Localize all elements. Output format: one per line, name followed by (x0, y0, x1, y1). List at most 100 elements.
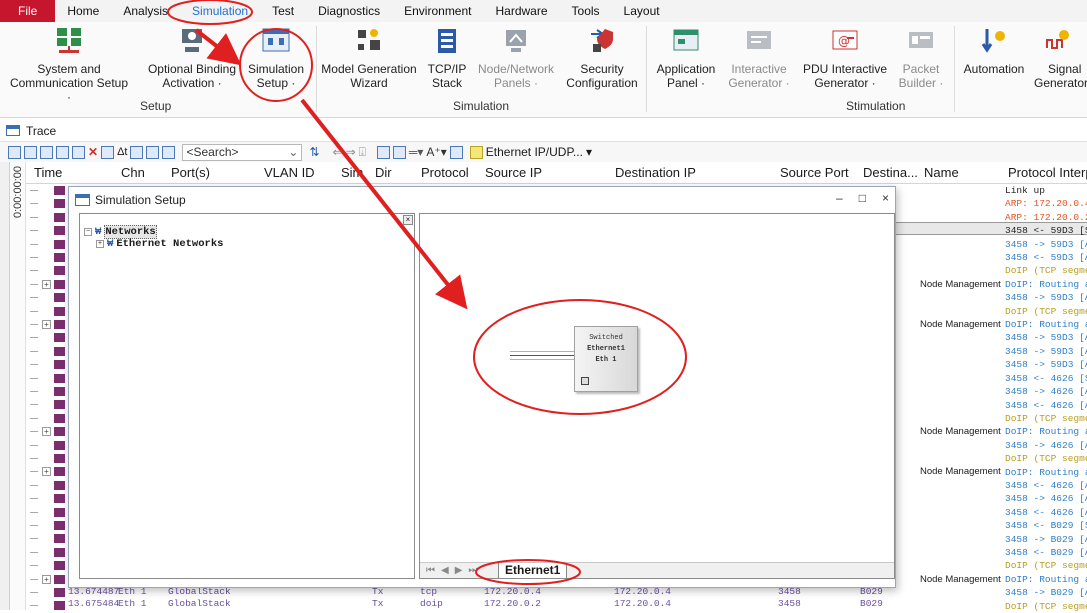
node-network-panels-button[interactable]: Node/Network Panels · (476, 26, 556, 90)
color-icon[interactable] (449, 145, 463, 159)
table-row[interactable]: 13.675484 Eth 1 GlobalStack Tx doip 172.… (68, 598, 1087, 610)
row-icon[interactable]: + (28, 425, 68, 438)
dialog-title-bar[interactable]: Simulation Setup (69, 187, 895, 213)
row-icon[interactable] (28, 372, 68, 385)
row-icon[interactable] (28, 291, 68, 304)
detail-view-icon[interactable] (40, 145, 53, 159)
font-size-icon[interactable]: A⁺▾ (426, 145, 446, 159)
menu-home[interactable]: Home (55, 0, 111, 22)
forward-arrow-icon[interactable]: ⇒ (346, 145, 356, 159)
row-icon[interactable] (28, 238, 68, 251)
tcp-ip-stack-button[interactable]: TCP/IP Stack (424, 26, 470, 90)
sort-icon[interactable] (146, 145, 160, 159)
pause-icon[interactable] (101, 145, 115, 159)
trace-search-input[interactable]: <Search> ⌄ (182, 143, 303, 161)
prev-tab-icon[interactable]: ◀ (441, 565, 449, 576)
delta-time-icon[interactable]: Δt (117, 146, 127, 158)
row-icon[interactable] (28, 211, 68, 224)
row-icon[interactable] (28, 345, 68, 358)
column-chn[interactable]: Chn (121, 165, 145, 180)
tab-ethernet1[interactable]: Ethernet1 (498, 563, 568, 578)
last-tab-icon[interactable]: ⏭ (468, 565, 477, 576)
close-button[interactable]: × (882, 191, 889, 205)
row-icon[interactable] (28, 358, 68, 371)
maximize-button[interactable]: □ (859, 191, 866, 205)
system-communication-setup-button[interactable]: System and Communication Setup · (8, 26, 130, 104)
find-next-icon[interactable]: ⇅ (309, 145, 319, 159)
row-icon[interactable]: + (28, 465, 68, 478)
row-icon[interactable] (28, 264, 68, 277)
column-config-icon[interactable] (130, 145, 144, 159)
menu-test[interactable]: Test (260, 0, 306, 22)
chart-icon[interactable] (24, 145, 37, 159)
tree-item-ethernet-networks[interactable]: + ₩ Ethernet Networks (84, 238, 223, 250)
collapse-icon[interactable]: − (84, 228, 92, 236)
separator-line-icon[interactable]: ═▾ (409, 145, 424, 159)
column-dir[interactable]: Dir (375, 165, 392, 180)
filter-view-label[interactable]: Ethernet IP/UDP... (486, 145, 583, 159)
row-icon[interactable] (28, 305, 68, 318)
menu-environment[interactable]: Environment (392, 0, 483, 22)
column-source-ip[interactable]: Source IP (485, 165, 542, 180)
column-ports[interactable]: Port(s) (171, 165, 210, 180)
row-icon[interactable] (28, 398, 68, 411)
menu-layout[interactable]: Layout (612, 0, 672, 22)
highlight-icon[interactable] (162, 145, 176, 159)
first-tab-icon[interactable]: ⏮ (426, 565, 435, 576)
row-icon[interactable] (28, 385, 68, 398)
tree-item-networks[interactable]: − ₩ Networks (84, 225, 223, 239)
simulation-setup-button[interactable]: Simulation Setup · (244, 26, 308, 90)
back-arrow-icon[interactable]: ⇐ (333, 145, 343, 159)
row-icon[interactable] (28, 532, 68, 545)
menu-hardware[interactable]: Hardware (484, 0, 560, 22)
pane-close-icon[interactable]: × (403, 215, 413, 225)
row-icon[interactable] (28, 479, 68, 492)
column-time[interactable]: Time (34, 165, 62, 180)
column-source-port[interactable]: Source Port (780, 165, 849, 180)
row-icon[interactable] (28, 452, 68, 465)
row-icon[interactable] (28, 506, 68, 519)
find-icon[interactable] (72, 145, 85, 159)
row-icon[interactable] (28, 412, 68, 425)
minimize-button[interactable]: – (836, 191, 843, 205)
row-icon[interactable] (28, 519, 68, 532)
menu-diagnostics[interactable]: Diagnostics (306, 0, 392, 22)
row-icon[interactable]: + (28, 278, 68, 291)
chevron-down-icon[interactable]: ⌄ (288, 145, 301, 160)
row-icon[interactable] (28, 184, 68, 197)
chevron-down-icon[interactable]: ▾ (586, 145, 592, 159)
packet-builder-button[interactable]: Packet Builder · (896, 26, 946, 90)
switched-ethernet-node[interactable]: Switched Ethernet1 Eth 1 (574, 326, 638, 392)
column-sim[interactable]: Sim (341, 165, 363, 180)
row-icon[interactable] (28, 331, 68, 344)
column-name[interactable]: Name (924, 165, 959, 180)
row-icon[interactable] (28, 599, 68, 612)
security-configuration-button[interactable]: Security Configuration (562, 26, 642, 90)
folder-icon[interactable] (392, 145, 406, 159)
signal-generators-button[interactable]: Signal Generators (1034, 26, 1087, 90)
row-icon[interactable] (28, 439, 68, 452)
interactive-generator-button[interactable]: Interactive Generator · (724, 26, 794, 90)
column-protocol-interpretation[interactable]: Protocol Interp (1008, 165, 1087, 180)
row-icon[interactable] (28, 492, 68, 505)
step-icon[interactable]: ⍗ (359, 145, 366, 160)
row-icon[interactable] (28, 559, 68, 572)
layout-icon[interactable] (376, 145, 390, 159)
column-protocol[interactable]: Protocol (421, 165, 469, 180)
row-icon[interactable]: + (28, 318, 68, 331)
row-icon[interactable] (28, 197, 68, 210)
optional-binding-activation-button[interactable]: Optional Binding Activation · (144, 26, 240, 90)
row-icon[interactable] (28, 251, 68, 264)
column-destination-port[interactable]: Destina... (863, 165, 918, 180)
model-generation-wizard-button[interactable]: Model Generation Wizard (320, 26, 418, 90)
row-icon[interactable] (28, 224, 68, 237)
menu-tools[interactable]: Tools (560, 0, 612, 22)
expand-icon[interactable]: + (96, 240, 104, 248)
next-tab-icon[interactable]: ▶ (455, 565, 463, 576)
clear-icon[interactable]: ✕ (88, 145, 98, 159)
automation-button[interactable]: Automation (960, 26, 1028, 76)
column-destination-ip[interactable]: Destination IP (615, 165, 696, 180)
menu-file[interactable]: File (0, 0, 56, 22)
row-icon[interactable] (28, 586, 68, 599)
pdu-interactive-generator-button[interactable]: @ PDU Interactive Generator · (800, 26, 890, 90)
